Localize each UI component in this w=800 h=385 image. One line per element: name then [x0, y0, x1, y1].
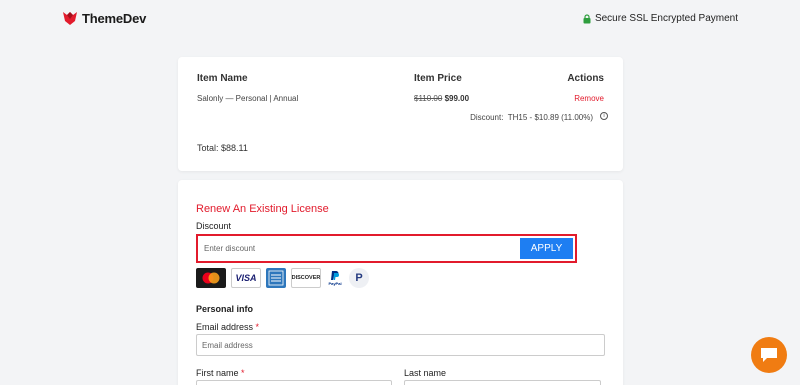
personal-info-title: Personal info: [196, 304, 254, 314]
email-field[interactable]: [196, 334, 605, 356]
required-mark: *: [241, 368, 245, 378]
visa-icon: VISA: [231, 268, 261, 288]
ssl-text: Secure SSL Encrypted Payment: [594, 13, 738, 24]
new-price: $99.00: [444, 94, 470, 103]
apply-button[interactable]: APPLY: [520, 238, 573, 259]
column-header-item-price: Item Price: [414, 73, 462, 84]
chat-button[interactable]: [751, 337, 787, 373]
paypal-text: PayPal: [328, 281, 342, 286]
old-price: $110.00: [414, 94, 443, 103]
discount-label: Discount: [196, 221, 232, 231]
first-name-field[interactable]: [196, 380, 392, 385]
discount-field-group: APPLY: [196, 234, 577, 263]
discount-row-label: Discount:: [470, 113, 504, 122]
email-label: Email address *: [196, 322, 259, 332]
order-summary-card: Item Name Item Price Actions Salonly — P…: [178, 57, 623, 171]
column-header-actions: Actions: [567, 73, 604, 84]
column-header-item-name: Item Name: [197, 73, 248, 84]
order-total: Total: $88.11: [197, 143, 248, 153]
paypal-p-icon: P: [349, 268, 369, 288]
checkout-form-card: Renew An Existing License Discount APPLY…: [178, 180, 623, 385]
logo-text: ThemeDev: [82, 10, 147, 26]
themedev-logo-icon: [63, 12, 77, 25]
required-mark: *: [255, 322, 260, 332]
first-name-label: First name *: [196, 368, 245, 378]
discount-input[interactable]: [200, 238, 520, 259]
email-label-text: Email address: [196, 322, 254, 332]
info-icon[interactable]: i: [600, 112, 608, 120]
renew-license-link[interactable]: Renew An Existing License: [196, 203, 329, 215]
discount-row-value: TH15 - $10.89 (11.00%): [507, 113, 593, 122]
applied-discount: Discount: TH15 - $10.89 (11.00%): [470, 113, 593, 122]
item-price: $110.00 $99.00: [414, 94, 469, 103]
lock-icon: [583, 13, 591, 23]
last-name-field[interactable]: [404, 380, 601, 385]
header: ThemeDev Secure SSL Encrypted Payment: [0, 0, 800, 38]
discover-text: DISCOVER: [291, 275, 321, 281]
amex-icon: [266, 268, 286, 288]
paypal-icon: PayPal: [326, 268, 344, 288]
chat-icon: [761, 348, 777, 362]
first-name-label-text: First name: [196, 368, 239, 378]
payment-methods: VISA DISCOVER PayPal P: [196, 268, 369, 288]
remove-button[interactable]: Remove: [574, 94, 604, 103]
ssl-badge: Secure SSL Encrypted Payment: [583, 13, 738, 24]
last-name-label: Last name: [404, 368, 447, 378]
discover-icon: DISCOVER: [291, 268, 321, 288]
item-name: Salonly — Personal | Annual: [197, 94, 299, 103]
mastercard-icon: [196, 268, 226, 288]
logo[interactable]: ThemeDev: [62, 10, 146, 26]
